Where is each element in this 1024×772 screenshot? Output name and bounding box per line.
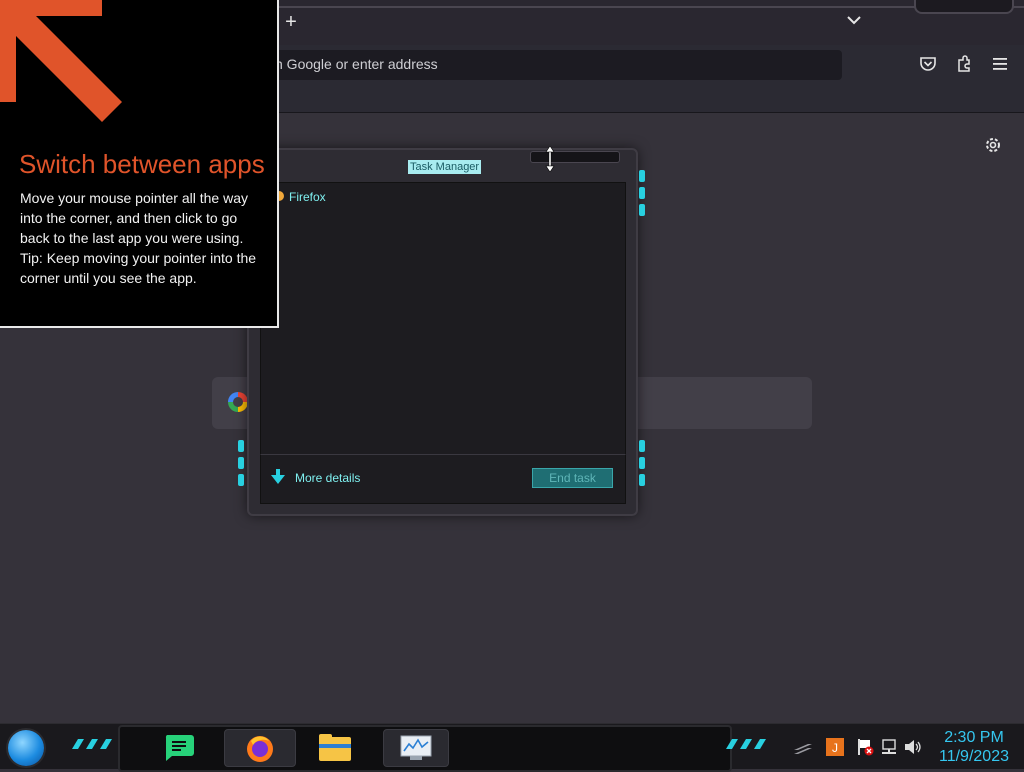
taskbar-clock[interactable]: 2:30 PM 11/9/2023 [934, 728, 1014, 766]
tip-body: Move your mouse pointer all the way into… [20, 188, 265, 288]
notes-icon [165, 735, 194, 761]
tip-hint: Tip: Keep moving your pointer into the c… [20, 250, 257, 286]
titlebar-grip [530, 151, 620, 163]
network-icon[interactable] [880, 738, 898, 756]
window-deco-left-bottom [238, 440, 244, 491]
folder-icon [319, 734, 351, 761]
window-deco-right-bottom [639, 440, 645, 491]
arrow-up-left-icon [0, 0, 122, 122]
java-update-icon[interactable]: J [826, 738, 844, 756]
clock-date: 11/9/2023 [939, 748, 1009, 765]
taskbar-deco-left [72, 739, 112, 749]
google-logo-icon [228, 392, 248, 412]
menu-icon[interactable] [991, 55, 1009, 73]
resize-vertical-cursor-icon [545, 146, 555, 172]
tip-title: Switch between apps [19, 149, 265, 179]
address-bar[interactable] [275, 50, 842, 80]
taskbar-app-task-manager[interactable] [383, 729, 449, 767]
firefox-icon [247, 736, 273, 762]
chevron-down-icon [271, 469, 285, 484]
switch-apps-tip: Switch between apps Move your mouse poin… [0, 0, 279, 328]
svg-text:J: J [832, 741, 838, 755]
more-details-button[interactable]: More details [270, 469, 380, 487]
process-name: Firefox [289, 190, 326, 204]
theme-decoration [914, 0, 1014, 14]
start-button[interactable] [8, 730, 44, 766]
more-details-label: More details [295, 471, 361, 485]
gear-icon[interactable] [983, 135, 1003, 155]
tip-instruction: Move your mouse pointer all the way into… [20, 190, 248, 246]
extensions-icon[interactable] [955, 55, 973, 73]
clock-time: 2:30 PM [944, 729, 1004, 746]
taskbar-app-firefox[interactable] [224, 729, 296, 767]
taskbar-app-notes[interactable] [152, 729, 206, 765]
pocket-icon[interactable] [919, 55, 937, 73]
new-tab-button[interactable]: + [282, 11, 300, 33]
show-hidden-icons-icon[interactable] [794, 738, 812, 756]
volume-icon[interactable] [904, 738, 922, 756]
list-all-tabs-icon[interactable] [846, 12, 862, 30]
task-manager-title: Task Manager [408, 160, 482, 174]
process-row[interactable]: Firefox [266, 188, 606, 206]
address-input[interactable] [275, 56, 825, 72]
process-list [260, 182, 626, 456]
taskbar-app-explorer[interactable] [308, 729, 362, 765]
taskbar-deco-right [726, 739, 766, 749]
action-center-flag-icon[interactable] [856, 738, 874, 756]
window-deco-right-top [639, 170, 645, 221]
task-manager-icon [400, 735, 432, 760]
end-task-button[interactable]: End task [532, 468, 613, 488]
